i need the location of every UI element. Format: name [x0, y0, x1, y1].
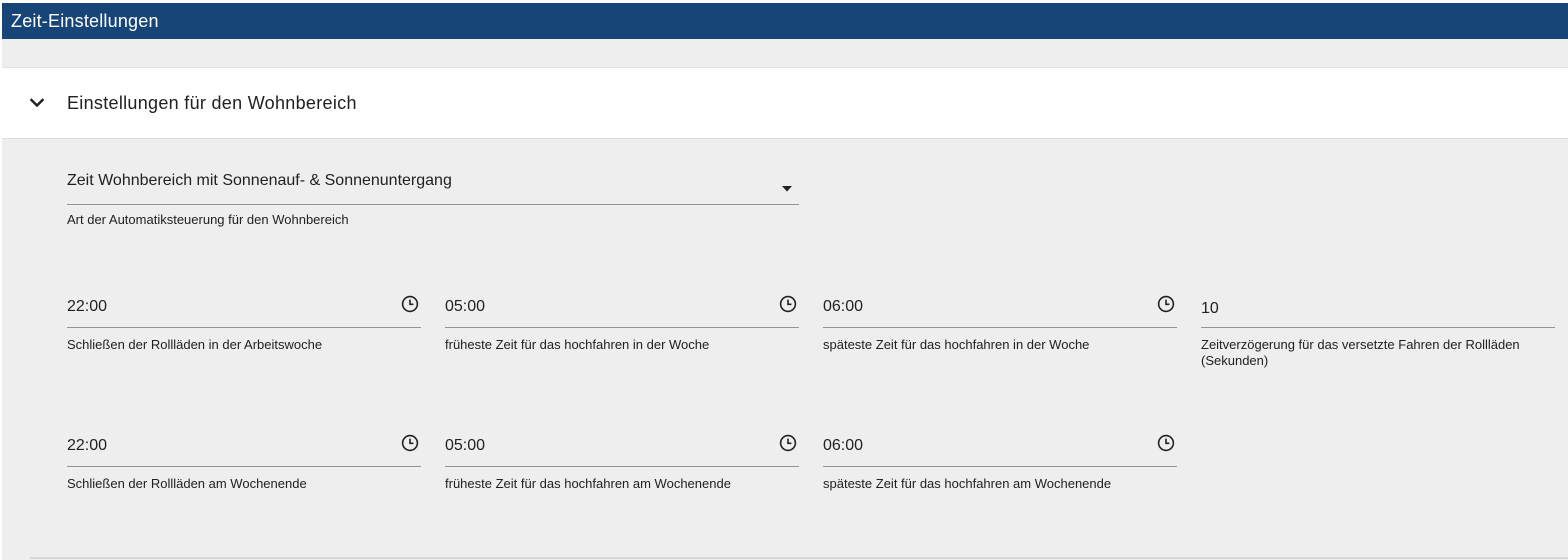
weekend-earliest-up-helper: früheste Zeit für das hochfahren am Woch… [445, 476, 731, 491]
clock-icon[interactable] [1157, 434, 1175, 452]
clock-icon[interactable] [401, 295, 419, 313]
weekend-close-time-input[interactable] [67, 431, 367, 461]
week-close-time-helper: Schließen der Rollläden in der Arbeitswo… [67, 337, 323, 352]
week-earliest-up-input[interactable] [445, 292, 745, 322]
week-earliest-up-helper: früheste Zeit für das hochfahren in der … [445, 337, 710, 352]
clock-icon[interactable] [779, 434, 797, 452]
week-earliest-up-field[interactable] [445, 292, 799, 328]
panel-bottom-divider [30, 557, 1568, 559]
automation-mode-helper: Art der Automatiksteuerung für den Wohnb… [67, 212, 349, 227]
clock-icon[interactable] [1157, 295, 1175, 313]
panel-header-wohnbereich[interactable]: Einstellungen für den Wohnbereich [2, 67, 1568, 139]
week-latest-up-field[interactable] [823, 292, 1177, 328]
weekend-close-time-field[interactable] [67, 431, 421, 467]
weekend-latest-up-input[interactable] [823, 431, 1123, 461]
dropdown-arrow-icon[interactable] [782, 179, 792, 192]
week-latest-up-helper: späteste Zeit für das hochfahren in der … [823, 337, 1090, 352]
weekend-earliest-up-field[interactable] [445, 431, 799, 467]
clock-icon[interactable] [401, 434, 419, 452]
weekend-latest-up-helper: späteste Zeit für das hochfahren am Woch… [823, 476, 1112, 491]
clock-icon[interactable] [779, 295, 797, 313]
weekend-latest-up-field[interactable] [823, 431, 1177, 467]
weekend-close-time-helper: Schließen der Rollläden am Wochenende [67, 476, 307, 491]
delay-seconds-input[interactable] [1201, 294, 1501, 324]
week-latest-up-input[interactable] [823, 292, 1123, 322]
delay-seconds-helper: Zeitverzögerung für das versetzte Fahren… [1201, 337, 1520, 368]
week-close-time-field[interactable] [67, 292, 421, 328]
panel-title: Einstellungen für den Wohnbereich [67, 93, 357, 113]
delay-seconds-field[interactable] [1201, 292, 1555, 328]
automation-mode-value: Zeit Wohnbereich mit Sonnenauf- & Sonnen… [67, 172, 452, 189]
weekend-earliest-up-input[interactable] [445, 431, 745, 461]
chevron-down-icon[interactable] [29, 96, 45, 110]
window-title: Zeit-Einstellungen [2, 3, 1568, 39]
automation-mode-select[interactable]: Zeit Wohnbereich mit Sonnenauf- & Sonnen… [67, 165, 799, 205]
week-close-time-input[interactable] [67, 292, 367, 322]
